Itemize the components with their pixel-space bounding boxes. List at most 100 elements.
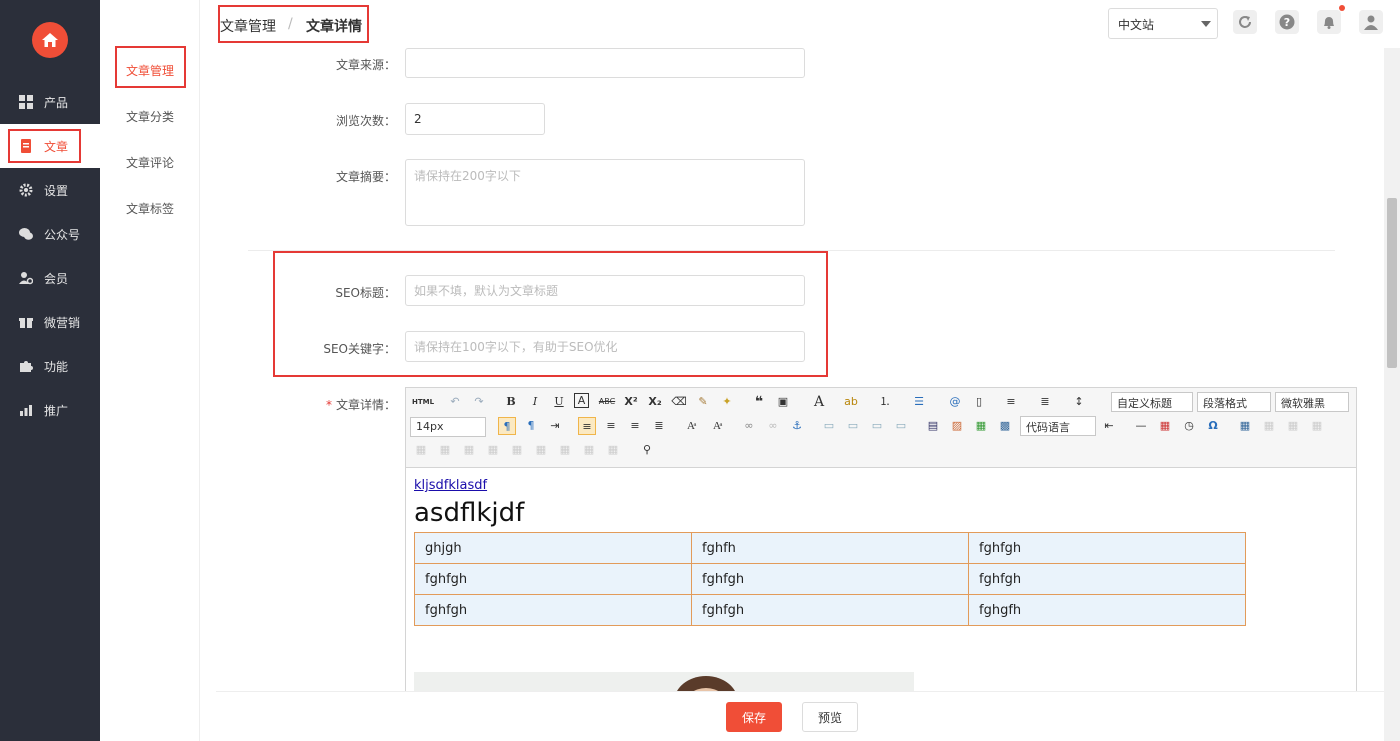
page-break-icon[interactable]: ▯ — [970, 393, 988, 411]
seo-title-input[interactable]: 如果不填，默认为文章标题 — [405, 275, 805, 306]
background-color-icon[interactable]: ab — [842, 393, 860, 411]
row-spacing-bottom-icon[interactable]: ≣ — [1036, 393, 1054, 411]
ltr-direction-icon[interactable]: ¶ — [498, 417, 516, 435]
custom-title-select[interactable]: 自定义标题 — [1111, 392, 1193, 412]
email-link-icon[interactable]: @ — [946, 393, 964, 411]
merge-cells-icon[interactable]: ▦ — [484, 441, 502, 459]
indent-icon[interactable]: ⇥ — [546, 417, 564, 435]
seo-keywords-input[interactable]: 请保持在100字以下，有助于SEO优化 — [405, 331, 805, 362]
table-cell[interactable]: fghfgh — [691, 563, 969, 595]
table-cell[interactable]: fghfgh — [414, 563, 692, 595]
insert-image-icon[interactable]: ▨ — [948, 417, 966, 435]
insert-paragraph-before-table-icon[interactable]: ▦ — [1284, 417, 1302, 435]
content-link[interactable]: kljsdfklasdf — [414, 478, 487, 493]
special-char-icon[interactable]: Ω — [1204, 417, 1222, 435]
image-right-icon[interactable]: ▭ — [868, 417, 886, 435]
sidebar-item-member[interactable]: 会员 — [0, 256, 100, 300]
superscript-icon[interactable]: X² — [622, 393, 640, 411]
subnav-item-article-manage[interactable]: 文章管理 — [126, 62, 174, 79]
line-height-icon[interactable]: ↕ — [1070, 393, 1088, 411]
insert-code-icon[interactable]: ⇤ — [1100, 417, 1118, 435]
italic-icon[interactable]: I — [526, 393, 544, 411]
search-replace-icon[interactable]: ⚲ — [638, 441, 656, 459]
table-cell[interactable]: ghjgh — [414, 532, 692, 564]
sidebar-item-wechat[interactable]: 公众号 — [0, 212, 100, 256]
font-family-select[interactable]: 微软雅黑 — [1275, 392, 1349, 412]
undo-icon[interactable]: ↶ — [446, 393, 464, 411]
merge-down-icon[interactable]: ▦ — [532, 441, 550, 459]
delete-table-icon[interactable]: ▦ — [1260, 417, 1278, 435]
table-cell[interactable]: fghfgh — [691, 594, 969, 626]
table-cell[interactable]: fghgfh — [968, 594, 1246, 626]
insert-map-icon[interactable]: ▩ — [996, 417, 1014, 435]
insert-col-icon[interactable]: ▦ — [436, 441, 454, 459]
insert-video-icon[interactable]: ▤ — [924, 417, 942, 435]
preview-button[interactable]: 预览 — [802, 702, 858, 732]
bell-icon[interactable] — [1317, 10, 1341, 34]
font-size-select[interactable]: 14px — [410, 417, 486, 437]
align-left-icon[interactable]: ≡ — [578, 417, 596, 435]
refresh-icon[interactable] — [1233, 10, 1257, 34]
unlink-icon[interactable]: ∞ — [764, 417, 782, 435]
eraser-icon[interactable]: ⌫ — [670, 393, 688, 411]
time-icon[interactable]: ◷ — [1180, 417, 1198, 435]
row-spacing-top-icon[interactable]: ≡ — [1002, 393, 1020, 411]
insert-table-icon[interactable]: ▦ — [1236, 417, 1254, 435]
breadcrumb-parent[interactable]: 文章管理 — [220, 16, 276, 36]
redo-icon[interactable]: ↷ — [470, 393, 488, 411]
subscript-icon[interactable]: X₂ — [646, 393, 664, 411]
rtl-direction-icon[interactable]: ¶ — [522, 417, 540, 435]
user-avatar-icon[interactable] — [1359, 10, 1383, 34]
lowercase-icon[interactable]: Aͣ — [708, 417, 726, 435]
sidebar-item-marketing[interactable]: 微营销 — [0, 300, 100, 344]
paste-plain-icon[interactable]: ▣ — [774, 393, 792, 411]
merge-right-icon[interactable]: ▦ — [508, 441, 526, 459]
paragraph-format-select[interactable]: 段落格式 — [1197, 392, 1271, 412]
sidebar-item-product[interactable]: 产品 — [0, 80, 100, 124]
home-icon[interactable] — [32, 22, 68, 58]
site-language-select[interactable]: 中文站 — [1108, 8, 1218, 39]
font-color-icon[interactable]: A — [810, 393, 828, 411]
subnav-item-article-tags[interactable]: 文章标签 — [126, 200, 174, 217]
table-cell[interactable]: fghfh — [691, 532, 969, 564]
table-cell[interactable]: fghfgh — [968, 532, 1246, 564]
date-icon[interactable]: ▦ — [1156, 417, 1174, 435]
sidebar-item-settings[interactable]: 设置 — [0, 168, 100, 212]
delete-col-icon[interactable]: ▦ — [460, 441, 478, 459]
bold-icon[interactable]: B — [502, 393, 520, 411]
ordered-list-icon[interactable]: ⒈ — [876, 393, 894, 411]
split-cells-icon[interactable]: ▦ — [556, 441, 574, 459]
subnav-item-article-category[interactable]: 文章分类 — [126, 108, 174, 125]
image-center-icon[interactable]: ▭ — [892, 417, 910, 435]
align-justify-icon[interactable]: ≣ — [650, 417, 668, 435]
page-scrollbar[interactable] — [1384, 48, 1400, 741]
horizontal-rule-icon[interactable]: — — [1132, 417, 1150, 435]
format-brush-icon[interactable]: ✎ — [694, 393, 712, 411]
font-border-icon[interactable]: A — [574, 393, 589, 408]
subnav-item-article-comments[interactable]: 文章评论 — [126, 154, 174, 171]
sidebar-item-features[interactable]: 功能 — [0, 344, 100, 388]
sidebar-item-promotion[interactable]: 推广 — [0, 388, 100, 432]
insert-row-icon[interactable]: ▦ — [1308, 417, 1326, 435]
delete-row-icon[interactable]: ▦ — [412, 441, 430, 459]
views-input[interactable]: 2 — [405, 103, 545, 135]
anchor-icon[interactable]: ⚓ — [788, 417, 806, 435]
uppercase-icon[interactable]: Aͣ — [682, 417, 700, 435]
image-none-icon[interactable]: ▭ — [820, 417, 838, 435]
image-left-icon[interactable]: ▭ — [844, 417, 862, 435]
content-image[interactable] — [414, 672, 914, 691]
underline-icon[interactable]: U — [550, 393, 568, 411]
html-source-button[interactable]: HTML — [412, 393, 434, 411]
link-icon[interactable]: ∞ — [740, 417, 758, 435]
auto-format-icon[interactable]: ✦ — [718, 393, 736, 411]
split-cols-icon[interactable]: ▦ — [604, 441, 622, 459]
quote-icon[interactable]: ❝ — [750, 393, 768, 411]
split-rows-icon[interactable]: ▦ — [580, 441, 598, 459]
align-center-icon[interactable]: ≡ — [602, 417, 620, 435]
summary-textarea[interactable]: 请保持在200字以下 — [405, 159, 805, 226]
code-language-select[interactable]: 代码语言 — [1020, 416, 1096, 436]
strikethrough-icon[interactable]: ABC — [598, 393, 616, 411]
sidebar-item-article[interactable]: 文章 — [0, 124, 100, 168]
insert-emotion-icon[interactable]: ▦ — [972, 417, 990, 435]
align-right-icon[interactable]: ≡ — [626, 417, 644, 435]
